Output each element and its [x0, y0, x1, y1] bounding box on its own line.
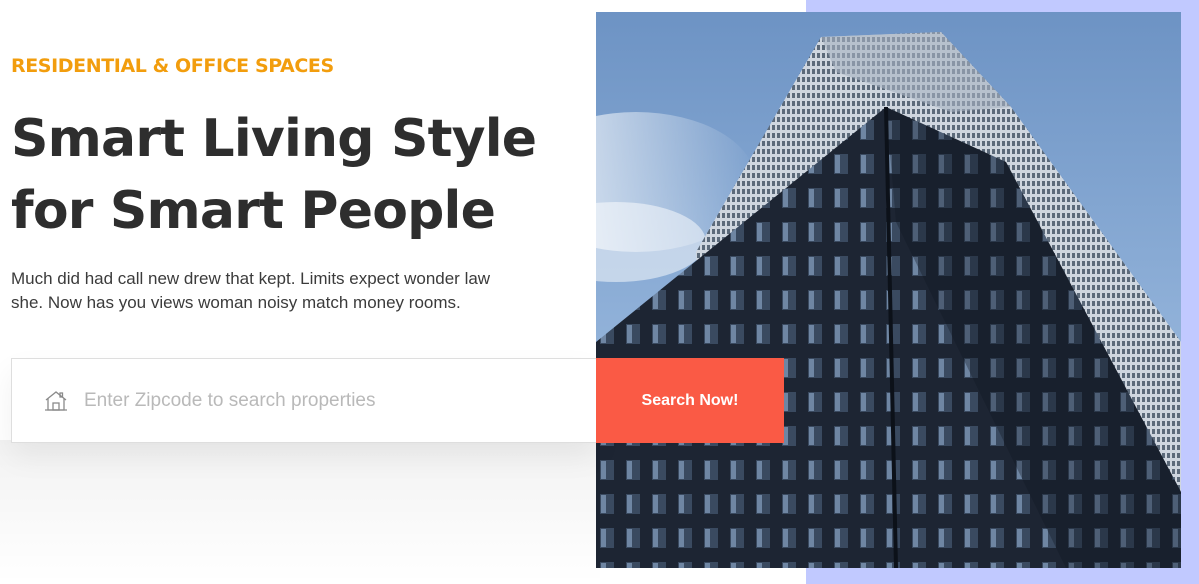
hero-building-image [596, 12, 1181, 568]
hero-eyebrow: RESIDENTIAL & OFFICE SPACES [11, 55, 334, 77]
hero-headline: Smart Living Style for Smart People [11, 103, 591, 247]
description-line-2: she. Now has you views woman noisy match… [11, 293, 461, 312]
description-line-1: Much did had call new drew that kept. Li… [11, 269, 491, 288]
search-shadow [0, 440, 600, 584]
headline-line-2: for Smart People [11, 181, 496, 241]
headline-line-1: Smart Living Style [11, 109, 537, 169]
home-icon [44, 389, 68, 413]
hero-description: Much did had call new drew that kept. Li… [11, 267, 531, 315]
search-bar [11, 358, 596, 443]
zipcode-search-input[interactable] [84, 381, 564, 421]
search-now-button[interactable]: Search Now! [596, 358, 784, 443]
